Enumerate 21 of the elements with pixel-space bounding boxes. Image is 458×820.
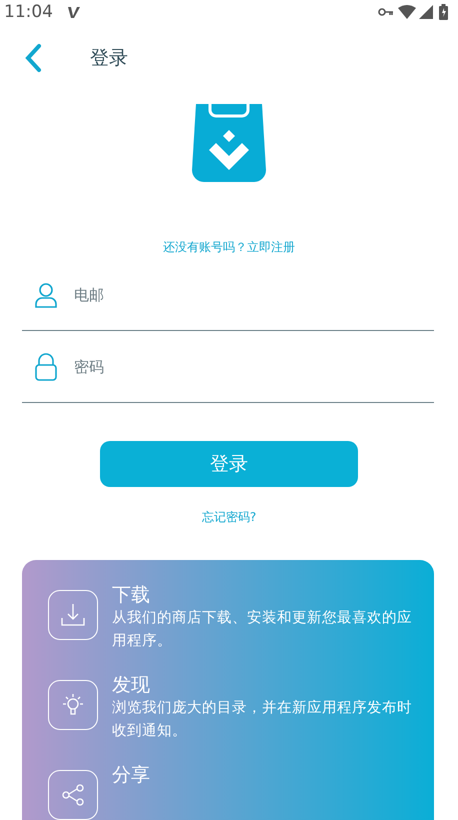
register-link[interactable]: 还没有账号吗？立即注册 (163, 238, 295, 256)
feature-description: 浏览我们庞大的目录，并在新应用程序发布时收到通知。 (112, 698, 412, 741)
battery-icon (439, 4, 448, 20)
feature-title: 下载 (112, 584, 151, 606)
download-icon (60, 602, 86, 628)
password-field[interactable]: 密码 (72, 356, 422, 377)
notification-icon (67, 4, 81, 19)
feature-title: 分享 (112, 764, 150, 786)
user-icon (34, 282, 58, 308)
wifi-icon (398, 4, 416, 19)
email-field[interactable]: 电邮 (72, 284, 422, 305)
signal-icon (419, 4, 433, 19)
lock-icon (34, 352, 58, 381)
forgot-password-link[interactable]: 忘记密码? (202, 509, 256, 526)
feature-description: 从我们的商店下载、安装和更新您最喜欢的应用程序。 (112, 608, 412, 651)
page-title: 登录 (90, 46, 128, 71)
status-time: 11:04 (4, 2, 53, 22)
feature-title: 发现 (112, 674, 151, 696)
key-icon (378, 6, 394, 17)
share-icon (60, 782, 86, 808)
login-button[interactable]: 登录 (100, 440, 358, 487)
